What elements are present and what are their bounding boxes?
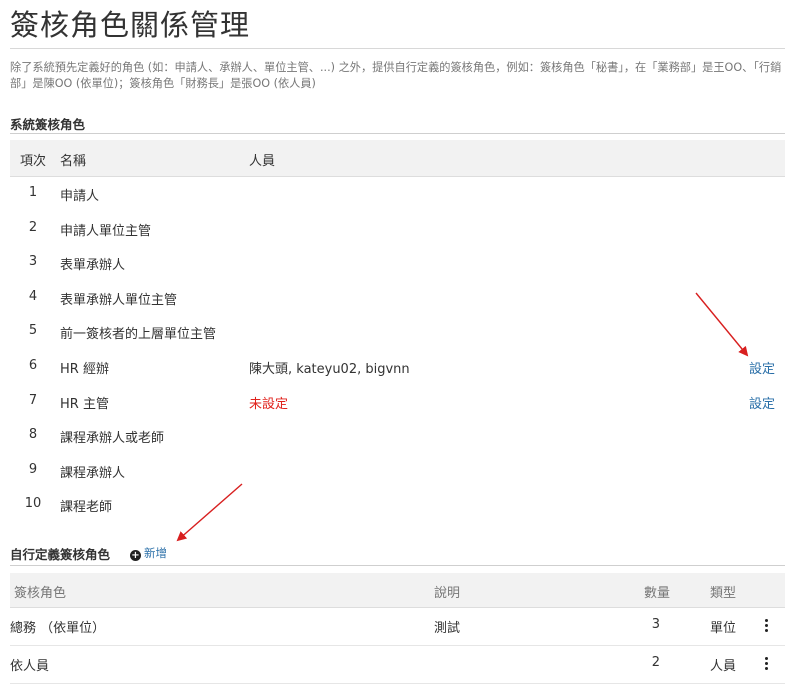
row-name: 課程承辦人或老師 [60,431,165,447]
table-row: 10 課程老師 [10,487,785,522]
row-name: 表單承辦人單位主管 [60,292,178,308]
row-name: 申請人單位主管 [60,223,152,239]
row-role: 總務 （依單位） [10,621,106,636]
add-custom-role-label: 新增 [144,546,167,560]
row-no: 6 [28,358,38,373]
table-row[interactable]: 總務 （依單位） 測試 3 單位 [10,607,785,646]
column-header-desc: 說明 [434,586,461,601]
column-header-name: 名稱 [60,154,87,169]
row-type: 單位 [710,621,737,636]
plus-circle-icon: + [130,550,141,561]
column-header-people: 人員 [249,154,276,169]
row-name: 課程承辦人 [60,465,126,481]
settings-link[interactable]: 設定 [749,358,775,377]
custom-roles-heading: 自行定義簽核角色 [10,547,111,562]
more-vertical-icon[interactable] [765,657,769,672]
column-header-type: 類型 [710,586,737,601]
row-desc: 測試 [434,621,461,636]
custom-roles-divider [10,565,785,566]
row-name: 前一簽核者的上層單位主管 [60,327,217,343]
column-header-no: 項次 [20,154,47,169]
system-roles-heading: 系統簽核角色 [10,117,86,132]
more-vertical-icon[interactable] [765,619,769,634]
page-title: 簽核角色關係管理 [10,8,251,42]
row-no: 10 [24,496,42,512]
row-name: HR 主管 [60,396,109,412]
table-row: 5 前一簽核者的上層單位主管 [10,314,785,349]
row-no: 1 [28,185,38,200]
row-no: 5 [28,323,38,339]
table-row[interactable]: 依人員 2 人員 [10,645,785,684]
row-no: 2 [28,219,38,235]
system-roles-divider [10,133,785,134]
table-row: 3 表單承辦人 [10,245,785,280]
row-no: 4 [28,288,38,304]
row-name: 申請人 [60,189,100,204]
row-no: 3 [28,254,38,270]
row-name: 課程老師 [60,500,113,516]
custom-roles-table-header: 簽核角色 說明 數量 類型 [10,573,785,608]
row-name: HR 經辦 [60,362,109,377]
row-type: 人員 [710,659,737,674]
row-count: 2 [651,655,660,670]
add-custom-role-button[interactable]: + 新增 [130,545,167,561]
table-row: 1 申請人 [10,176,785,211]
table-row: 4 表單承辦人單位主管 [10,280,785,315]
system-roles-table-header: 項次 名稱 人員 [10,140,785,177]
row-people: 未設定 [249,396,289,412]
title-divider [10,48,785,49]
settings-link[interactable]: 設定 [749,393,775,412]
table-row: 6 HR 經辦 陳大頭, kateyu02, bigvnn 設定 [10,349,785,384]
row-no: 8 [28,427,38,443]
row-no: 9 [28,461,38,477]
column-header-count: 數量 [644,586,671,601]
row-no: 7 [28,392,38,408]
row-name: 表單承辦人 [60,258,126,274]
table-row: 2 申請人單位主管 [10,211,785,246]
table-row: 8 課程承辦人或老師 [10,418,785,453]
column-header-role: 簽核角色 [14,586,67,601]
row-count: 3 [651,617,660,632]
page-description: 除了系統預先定義好的角色 (如：申請人、承辦人、單位主管、...) 之外，提供自… [10,61,782,90]
table-row: 7 HR 主管 未設定 設定 [10,384,785,419]
table-row: 9 課程承辦人 [10,453,785,488]
row-role: 依人員 [10,659,50,674]
row-people: 陳大頭, kateyu02, bigvnn [249,362,410,377]
